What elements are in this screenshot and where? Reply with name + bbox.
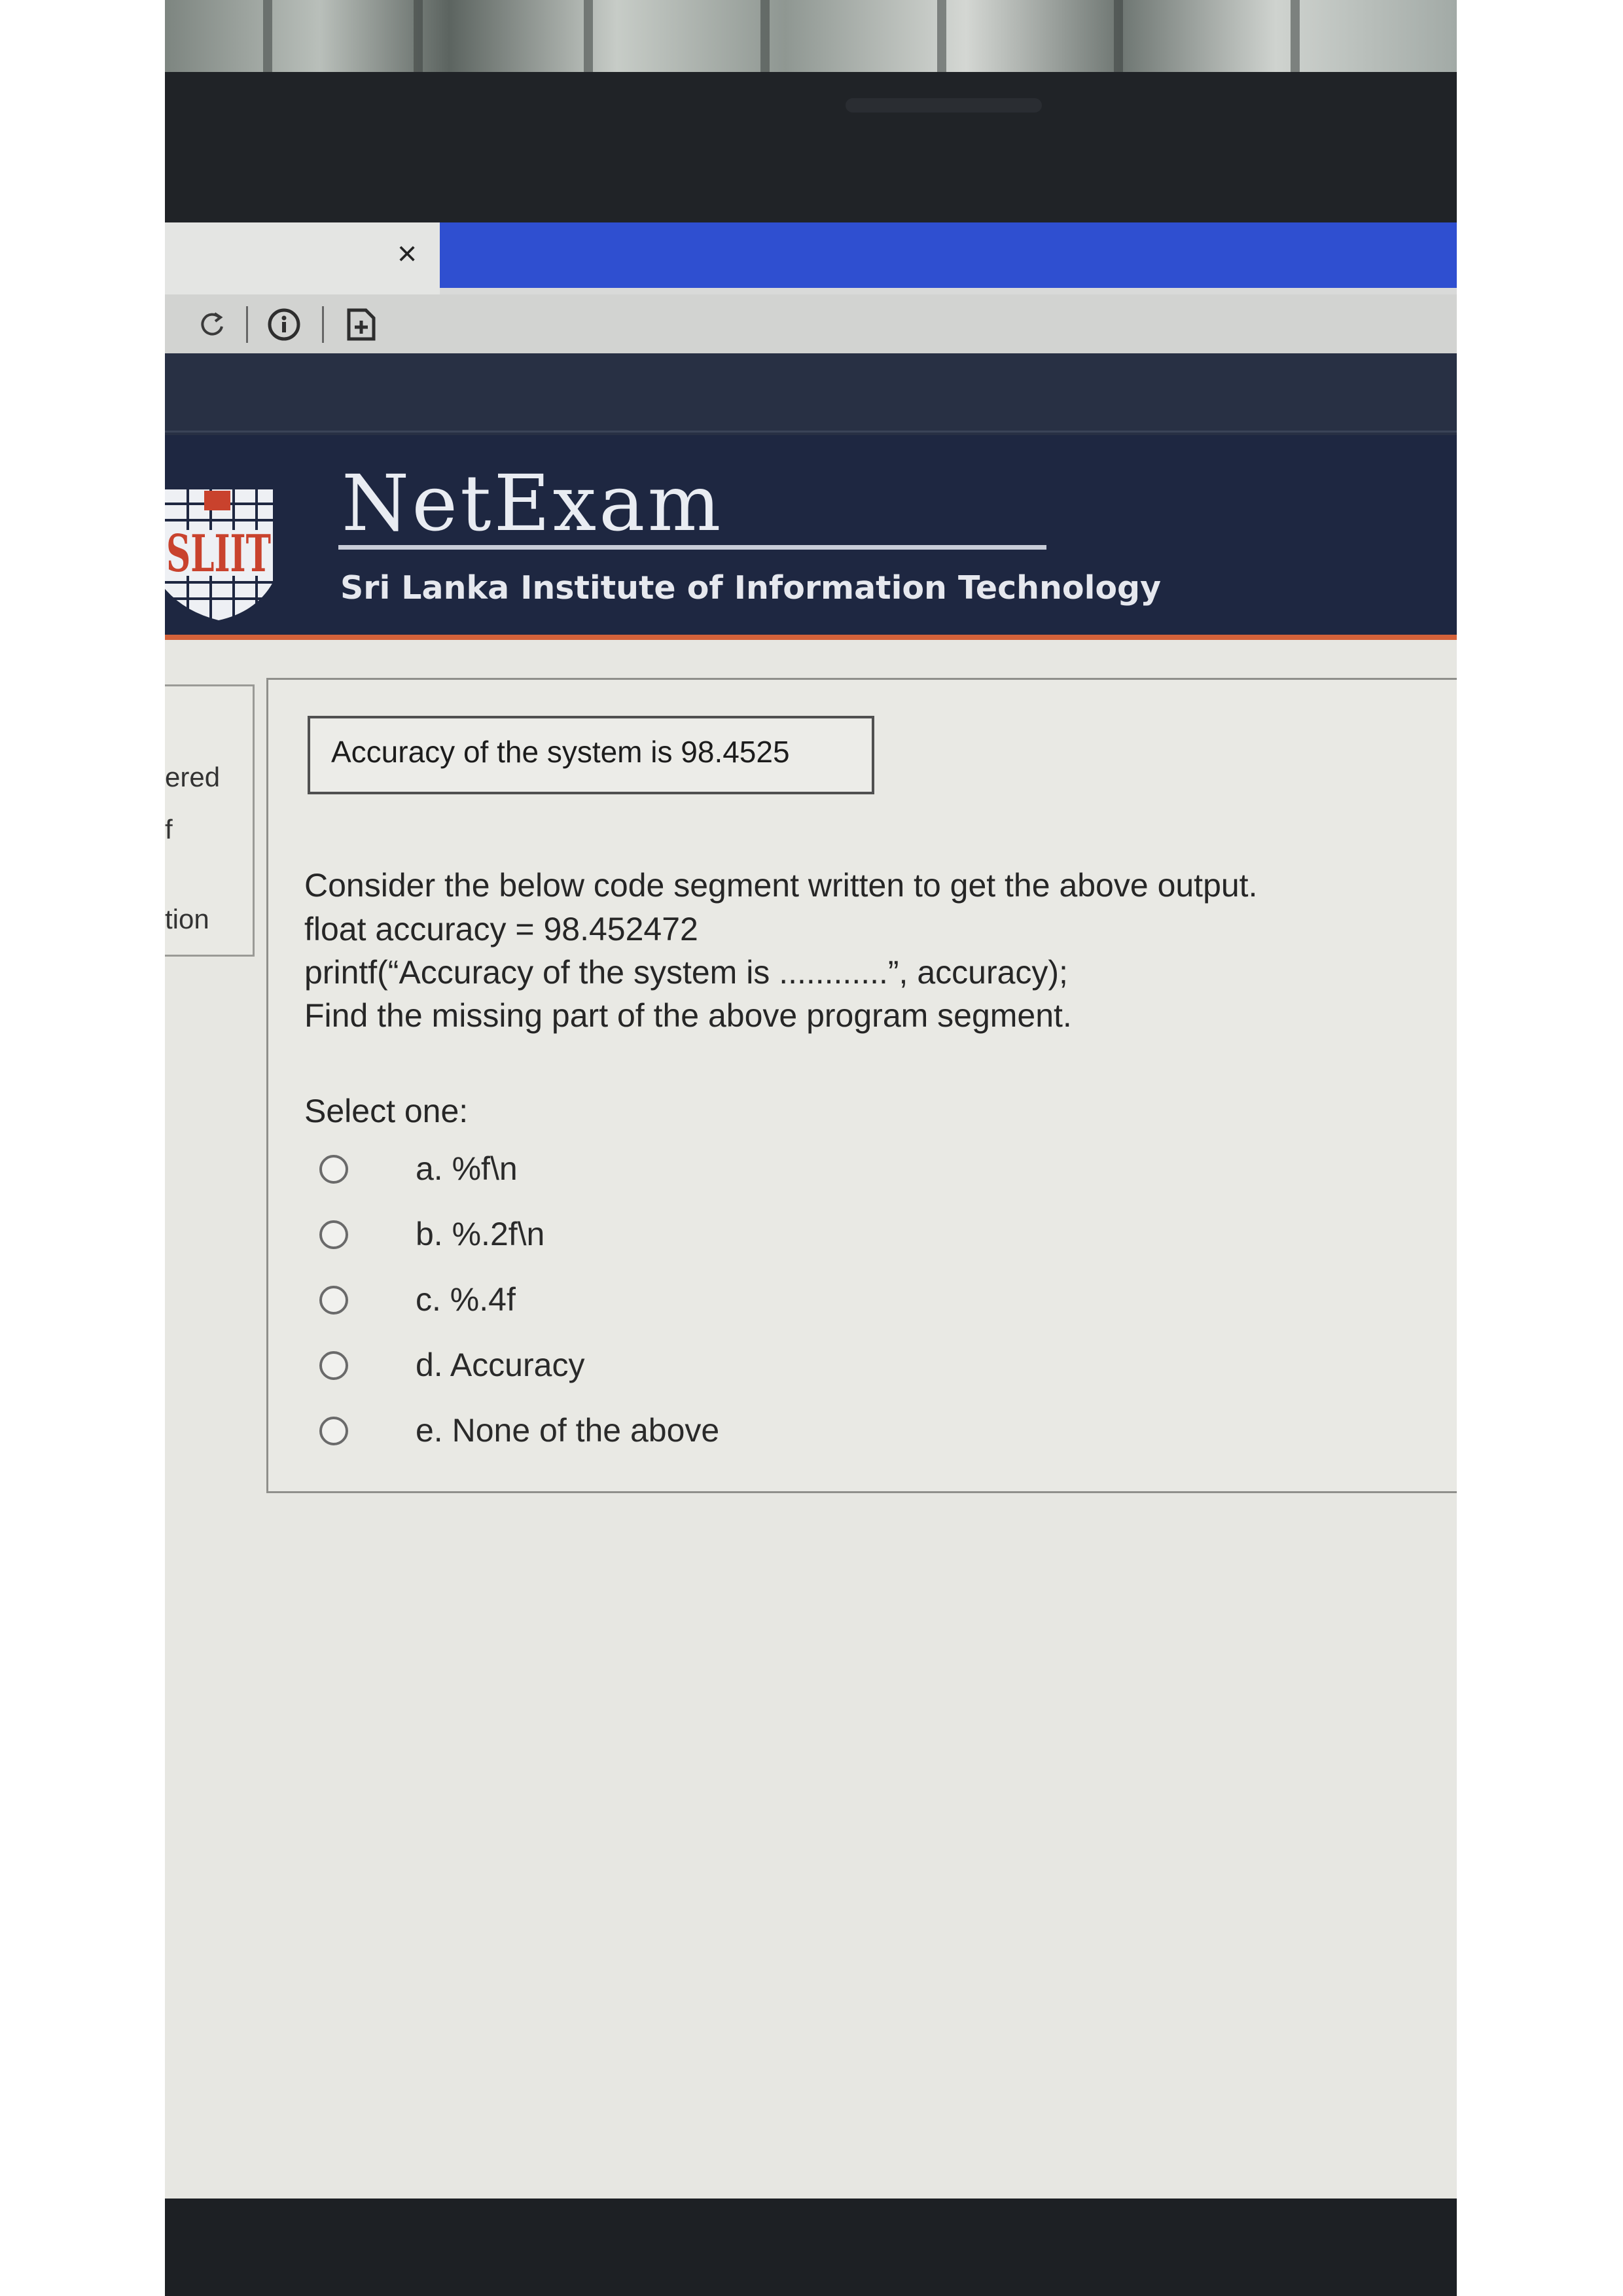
- monitor-bottom-bezel: [165, 2199, 1457, 2296]
- sliit-logo: SLIIT: [165, 484, 273, 622]
- browser-tab[interactable]: ×: [165, 222, 440, 294]
- info-icon[interactable]: [266, 306, 302, 343]
- svg-text:SLIIT: SLIIT: [166, 524, 271, 584]
- site-header: SLIIT NetExam Sri Lanka Institute of Inf…: [165, 435, 1457, 635]
- background-wall: [165, 0, 1457, 79]
- output-text: Accuracy of the system is 98.4525: [331, 735, 790, 769]
- page-content: ered f tion Accuracy of the system is 98…: [165, 640, 1457, 2199]
- question-text: Consider the below code segment written …: [304, 867, 1258, 904]
- radio-button[interactable]: [319, 1155, 348, 1184]
- sidebar-label: ered: [165, 762, 221, 792]
- radio-button[interactable]: [319, 1220, 348, 1249]
- option-label[interactable]: e. None of the above: [416, 1411, 719, 1449]
- site-navbar: [165, 353, 1457, 435]
- option-label[interactable]: b. %.2f\n: [416, 1215, 544, 1253]
- code-line: printf(“Accuracy of the system is ......…: [304, 954, 1068, 991]
- option-label[interactable]: a. %f\n: [416, 1150, 518, 1188]
- answer-option-d[interactable]: d. Accuracy: [308, 1341, 897, 1393]
- option-label[interactable]: d. Accuracy: [416, 1346, 584, 1384]
- output-box: Accuracy of the system is 98.4525: [308, 716, 874, 794]
- question-card: Accuracy of the system is 98.4525 Consid…: [266, 678, 1457, 1493]
- close-icon[interactable]: ×: [387, 234, 427, 274]
- add-page-icon[interactable]: [343, 306, 380, 343]
- answer-option-e[interactable]: e. None of the above: [308, 1406, 897, 1458]
- tab-strip-highlight: [440, 222, 1457, 288]
- radio-button[interactable]: [319, 1417, 348, 1445]
- brand-title: NetExam: [342, 458, 724, 548]
- radio-button[interactable]: [319, 1286, 348, 1315]
- browser-tab-bar: ×: [165, 222, 1457, 294]
- sidebar-label: tion: [165, 904, 209, 934]
- answer-option-b[interactable]: b. %.2f\n: [308, 1210, 897, 1262]
- reload-icon[interactable]: [194, 306, 230, 343]
- header-accent-line: [165, 635, 1457, 640]
- sidebar-label: f: [165, 814, 173, 845]
- question-text: Find the missing part of the above progr…: [304, 997, 1072, 1034]
- select-one-label: Select one:: [304, 1093, 469, 1129]
- answer-option-c[interactable]: c. %.4f: [308, 1275, 897, 1328]
- brand-divider: [338, 545, 1046, 550]
- quiz-info-panel: ered f tion: [165, 684, 255, 957]
- answer-option-a[interactable]: a. %f\n: [308, 1144, 897, 1197]
- monitor-bezel: [165, 72, 1457, 222]
- radio-button[interactable]: [319, 1351, 348, 1380]
- brand-subtitle: Sri Lanka Institute of Information Techn…: [340, 569, 1162, 607]
- option-label[interactable]: c. %.4f: [416, 1280, 516, 1318]
- monitor-photo: × SLIIT NetExam Sri Lanka Institute of I…: [165, 0, 1457, 2296]
- code-line: float accuracy = 98.452472: [304, 911, 698, 947]
- browser-toolbar: [165, 294, 1457, 355]
